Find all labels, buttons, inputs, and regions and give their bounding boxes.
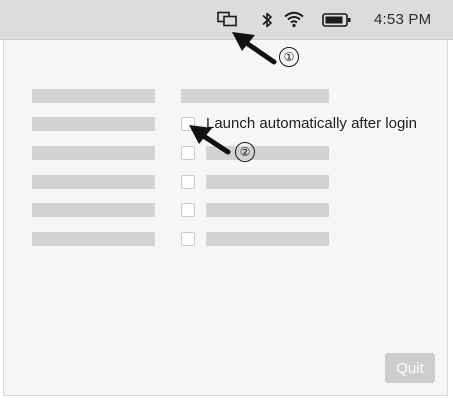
callout-arrow-icon — [232, 32, 277, 65]
placeholder-text — [32, 175, 155, 189]
placeholder-text — [32, 203, 155, 217]
option-checkbox[interactable] — [181, 203, 195, 217]
battery-icon[interactable] — [322, 11, 352, 29]
placeholder-text — [206, 175, 329, 189]
callout-arrow-icon — [189, 125, 231, 155]
placeholder-text — [206, 232, 329, 246]
placeholder-text — [32, 89, 155, 103]
placeholder-text — [32, 232, 155, 246]
quit-button[interactable]: Quit — [385, 353, 435, 383]
callout-number: ① — [279, 47, 299, 67]
placeholder-text — [206, 203, 329, 217]
option-checkbox[interactable] — [181, 175, 195, 189]
callout-number: ② — [235, 142, 255, 162]
option-checkbox[interactable] — [181, 232, 195, 246]
menu-bar-clock[interactable]: 4:53 PM — [374, 11, 431, 28]
placeholder-text — [181, 89, 329, 103]
wifi-icon[interactable] — [283, 10, 305, 28]
placeholder-text — [32, 146, 155, 160]
placeholder-text — [32, 117, 155, 131]
